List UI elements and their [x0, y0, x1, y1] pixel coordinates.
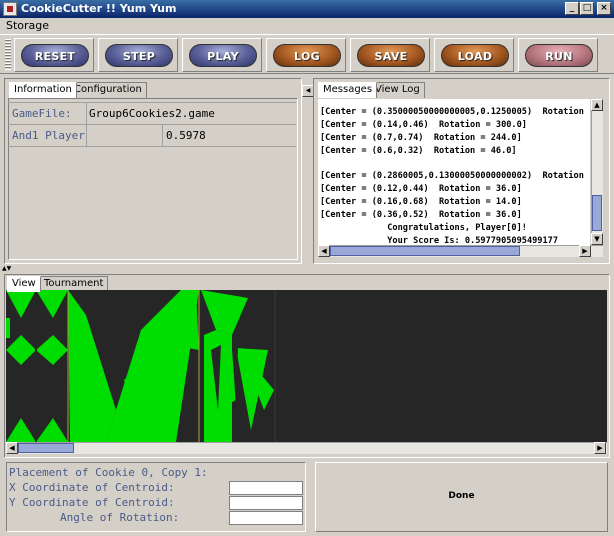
message-line: [Center = (0.7,0.74) Rotation = 244.0] [320, 133, 522, 143]
toolbar-grip[interactable] [5, 39, 11, 70]
view-hscroll-thumb[interactable] [18, 443, 74, 453]
toolbar: RESET STEP PLAY LOG SAVE LOAD RUN [0, 34, 614, 74]
cookie-piece [36, 290, 68, 318]
message-line: [Center = (0.14,0.46) Rotation = 300.0] [320, 120, 527, 130]
view-scroll-left-arrow[interactable]: ◀ [6, 442, 18, 454]
tab-view-log[interactable]: View Log [370, 82, 425, 98]
maximize-button[interactable]: □ [580, 2, 594, 15]
cookie-piece [6, 335, 36, 365]
save-button[interactable]: SAVE [357, 44, 425, 67]
player-score-value: 0.5978 [166, 129, 206, 142]
menu-storage[interactable]: Storage [6, 19, 49, 32]
splitter-arrows-icon[interactable]: ▲▼ [2, 265, 11, 272]
step-button[interactable]: STEP [105, 44, 173, 67]
placement-title: Placement of Cookie 0, Copy 1: [9, 466, 208, 479]
y-coordinate-label: Y Coordinate of Centroid: [9, 496, 175, 509]
cookie-piece [6, 290, 36, 318]
vertical-splitter[interactable] [304, 78, 312, 264]
x-coordinate-input[interactable] [229, 481, 303, 495]
scroll-down-arrow[interactable]: ▼ [591, 233, 603, 245]
message-line: [Center = (0.6,0.32) Rotation = 46.0] [320, 146, 517, 156]
x-coordinate-label: X Coordinate of Centroid: [9, 481, 175, 494]
messages-vscroll-thumb[interactable] [592, 195, 602, 231]
message-line: [Center = (0.36,0.52) Rotation = 36.0] [320, 210, 522, 220]
tab-messages[interactable]: Messages [318, 82, 378, 98]
gamefile-value: Group6Cookies2.game [89, 107, 215, 120]
menu-bar: Storage [0, 18, 614, 34]
y-coordinate-input[interactable] [229, 496, 303, 510]
app-icon [3, 2, 17, 16]
player-label: And1 Player [12, 129, 85, 142]
cookie-canvas[interactable] [6, 290, 607, 442]
done-label: Done [448, 491, 475, 501]
horizontal-splitter[interactable]: ▲▼ [0, 264, 614, 272]
congratulations-message: Congratulations, Player[0]! [320, 223, 527, 233]
window-title: CookieCutter !! Yum Yum [21, 2, 177, 15]
cookie-piece [36, 418, 68, 442]
message-line: [Center = (0.16,0.68) Rotation = 14.0] [320, 197, 522, 207]
rotation-angle-input[interactable] [229, 511, 303, 525]
score-message: Your Score Is: 0.5977905095499177 [320, 236, 558, 245]
message-line: [Center = (0.12,0.44) Rotation = 36.0] [320, 184, 522, 194]
scroll-right-arrow[interactable]: ▶ [579, 245, 591, 257]
reset-button[interactable]: RESET [21, 44, 89, 67]
close-button[interactable]: × [597, 2, 611, 15]
view-scroll-right-arrow[interactable]: ▶ [594, 442, 606, 454]
play-button[interactable]: PLAY [189, 44, 257, 67]
cookie-piece [6, 318, 10, 338]
gamefile-label: GameFile: [12, 107, 72, 120]
info-panel: Information Configuration ◀ [4, 78, 314, 264]
placement-panel: Placement of Cookie 0, Copy 1: X Coordin… [6, 462, 306, 532]
cookie-piece [36, 335, 68, 365]
tab-view[interactable]: View [7, 276, 41, 292]
rotation-angle-label: Angle of Rotation: [60, 511, 180, 524]
messages-log: [Center = (0.35000050000000005,0.1250005… [318, 99, 590, 245]
run-button[interactable]: RUN [525, 44, 593, 67]
message-line: [Center = (0.2860005,0.13000050000000002… [320, 171, 584, 181]
messages-vertical-scrollbar[interactable]: ▲ ▼ [591, 99, 603, 245]
tab-information[interactable]: Information [9, 82, 77, 98]
scroll-up-arrow[interactable]: ▲ [591, 99, 603, 111]
cookie-drawing [6, 290, 276, 442]
scroll-left-arrow[interactable]: ◀ [318, 245, 330, 257]
tab-configuration[interactable]: Configuration [69, 82, 147, 98]
cookie-piece [6, 418, 36, 442]
messages-hscroll-thumb[interactable] [330, 246, 520, 256]
log-button[interactable]: LOG [273, 44, 341, 67]
load-button[interactable]: LOAD [441, 44, 509, 67]
minimize-button[interactable]: _ [565, 2, 579, 15]
window-title-bar: CookieCutter !! Yum Yum _ □ × [0, 0, 614, 18]
cookie-piece [68, 290, 116, 442]
message-line: [Center = (0.35000050000000005,0.1250005… [320, 107, 584, 117]
cookie-piece [201, 290, 248, 335]
view-horizontal-scrollbar[interactable]: ◀ ▶ [6, 442, 607, 454]
done-button[interactable]: Done [315, 462, 608, 532]
messages-horizontal-scrollbar[interactable]: ◀ ▶ [318, 245, 603, 257]
